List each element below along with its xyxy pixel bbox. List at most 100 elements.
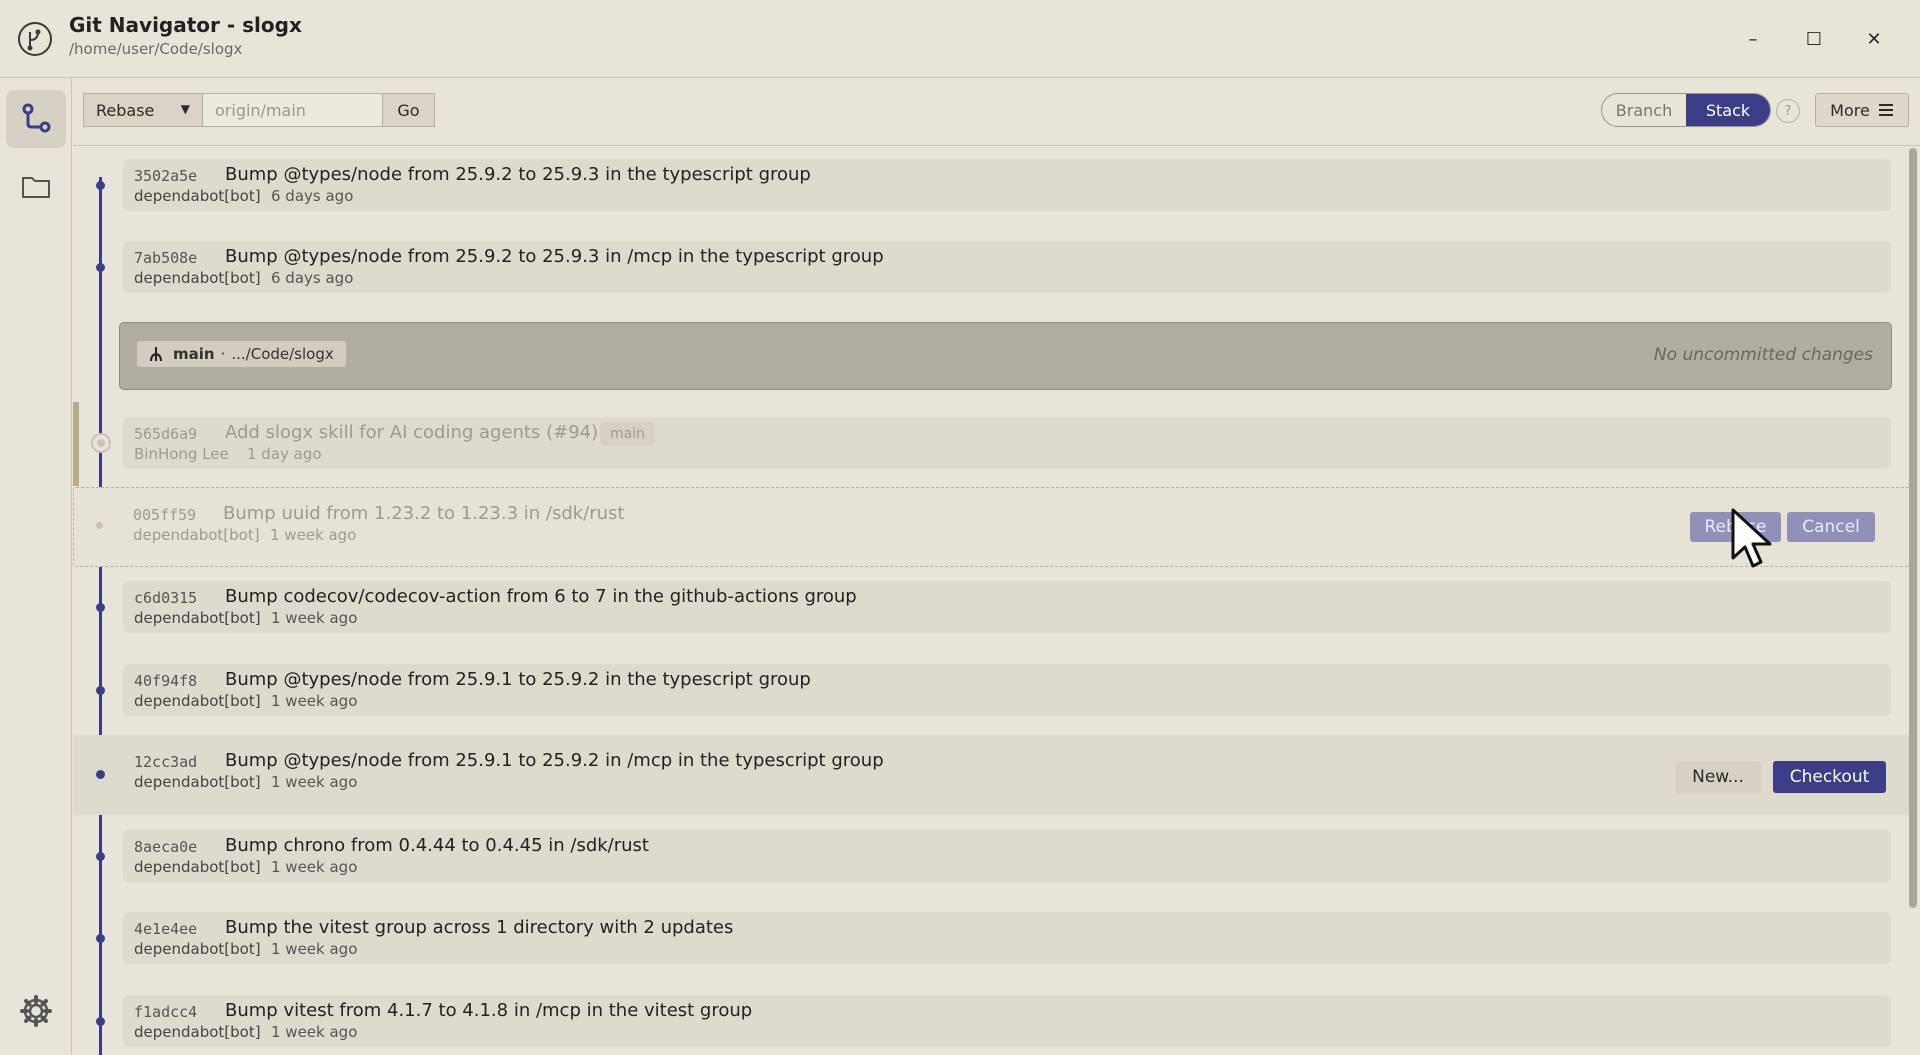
mouse-cursor-icon: [1731, 508, 1772, 568]
commit-time: 1 week ago: [271, 773, 358, 791]
worktree-status: No uncommitted changes: [1653, 345, 1873, 365]
commit-hash: 40f94f8: [134, 672, 198, 690]
commit-message: Bump @types/node from 25.9.1 to 25.9.2 i…: [225, 669, 811, 690]
commit-time: 1 day ago: [247, 445, 322, 463]
commit-message: Bump @types/node from 25.9.2 to 25.9.3 i…: [225, 164, 811, 185]
commit-message: Bump vitest from 4.1.7 to 4.1.8 in /mcp …: [225, 1000, 753, 1021]
commit-row[interactable]: 7ab508e Bump @types/node from 25.9.2 to …: [123, 241, 1891, 293]
commit-dot: [96, 934, 105, 943]
title-bar: Git Navigator - slogx /home/user/Code/sl…: [0, 0, 1920, 78]
commit-message: Bump codecov/codecov-action from 6 to 7 …: [225, 586, 857, 607]
worktree-card[interactable]: main · .../Code/slogx No uncommitted cha…: [119, 322, 1892, 390]
new-branch-button[interactable]: New...: [1675, 761, 1761, 793]
window-title: Git Navigator - slogx: [69, 13, 302, 37]
commit-message: Bump chrono from 0.4.44 to 0.4.45 in /sd…: [225, 835, 649, 856]
head-commit-icon: [91, 433, 111, 453]
commit-time: 6 days ago: [271, 187, 354, 205]
hovered-commit-row[interactable]: 12cc3ad Bump @types/node from 25.9.1 to …: [73, 735, 1911, 815]
branch-fork-icon: [150, 347, 162, 362]
gear-icon: [20, 995, 52, 1027]
checkout-button[interactable]: Checkout: [1773, 761, 1886, 793]
commit-hash: f1adcc4: [134, 1003, 198, 1021]
close-icon: ✕: [1866, 28, 1882, 50]
minimize-icon: –: [1748, 28, 1758, 50]
repo-path: /home/user/Code/slogx: [69, 40, 243, 58]
worktree-branch-pill: main · .../Code/slogx: [137, 341, 346, 367]
mode-value: Rebase: [96, 100, 155, 120]
commit-hash: 12cc3ad: [134, 753, 198, 771]
commit-time: 1 week ago: [271, 609, 358, 627]
hamburger-icon: [1878, 104, 1893, 116]
rail-graph-button[interactable]: [6, 90, 66, 148]
drag-drop-row[interactable]: 005ff59 Bump uuid from 1.23.2 to 1.23.3 …: [73, 487, 1911, 567]
selection-indicator: [73, 402, 79, 486]
commit-author: dependabot[bot]: [134, 940, 261, 958]
git-branch-icon: [22, 103, 51, 133]
commit-row[interactable]: f1adcc4 Bump vitest from 4.1.7 to 4.1.8 …: [123, 995, 1891, 1047]
commit-hash: 3502a5e: [134, 167, 198, 185]
maximize-icon: ☐: [1805, 28, 1823, 50]
view-branch-button[interactable]: Branch: [1602, 94, 1686, 126]
commit-time: 1 week ago: [270, 526, 357, 544]
commit-time: 6 days ago: [271, 269, 354, 287]
graph-line: [99, 177, 102, 1055]
commit-hash: 005ff59: [133, 506, 197, 524]
go-button[interactable]: Go: [383, 93, 435, 127]
commit-message: Bump the vitest group across 1 directory…: [225, 917, 734, 938]
view-toggle: Branch Stack: [1601, 93, 1771, 127]
more-button[interactable]: More: [1815, 93, 1909, 127]
commit-hash: 565d6a9: [134, 425, 198, 443]
commit-hash: 7ab508e: [134, 249, 198, 267]
view-stack-button[interactable]: Stack: [1686, 94, 1770, 126]
commit-row[interactable]: 3502a5e Bump @types/node from 25.9.2 to …: [123, 159, 1891, 211]
commit-list: 3502a5e Bump @types/node from 25.9.2 to …: [73, 147, 1911, 1055]
rail-files-button[interactable]: [6, 158, 66, 216]
settings-button[interactable]: [6, 982, 66, 1040]
commit-dot: [96, 686, 105, 695]
toolbar: Rebase ▼ Go Branch Stack ? More: [73, 78, 1920, 146]
commit-author: dependabot[bot]: [134, 1023, 261, 1041]
commit-content: 12cc3ad Bump @types/node from 25.9.1 to …: [123, 745, 1323, 801]
commit-dot: [96, 181, 105, 190]
commit-author: BinHong Lee: [134, 445, 229, 463]
commit-message: Bump @types/node from 25.9.1 to 25.9.2 i…: [225, 750, 884, 771]
scrollbar[interactable]: [1909, 148, 1917, 908]
commit-message: Bump uuid from 1.23.2 to 1.23.3 in /sdk/…: [223, 503, 625, 524]
commit-time: 1 week ago: [271, 692, 358, 710]
close-button[interactable]: ✕: [1859, 24, 1889, 54]
commit-author: dependabot[bot]: [134, 269, 261, 287]
commit-row[interactable]: 8aeca0e Bump chrono from 0.4.44 to 0.4.4…: [123, 830, 1891, 882]
dragged-commit: 005ff59 Bump uuid from 1.23.2 to 1.23.3 …: [122, 498, 1322, 554]
target-branch-input[interactable]: [203, 93, 383, 127]
commit-author: dependabot[bot]: [134, 692, 261, 710]
commit-time: 1 week ago: [271, 1023, 358, 1041]
folder-icon: [22, 177, 50, 198]
commit-dot: [96, 770, 105, 779]
maximize-button[interactable]: ☐: [1799, 24, 1829, 54]
git-logo-icon: [18, 22, 52, 56]
worktree-branch: main: [173, 345, 215, 363]
commit-message: Add slogx skill for AI coding agents (#9…: [225, 422, 599, 443]
worktree-separator: ·: [220, 345, 226, 363]
help-button[interactable]: ?: [1776, 99, 1800, 123]
cancel-rebase-button[interactable]: Cancel: [1787, 512, 1875, 542]
commit-dot: [96, 263, 105, 272]
commit-author: dependabot[bot]: [134, 858, 261, 876]
commit-author: dependabot[bot]: [134, 609, 261, 627]
commit-hash: c6d0315: [134, 589, 198, 607]
commit-time: 1 week ago: [271, 858, 358, 876]
more-label: More: [1830, 100, 1870, 120]
commit-row[interactable]: c6d0315 Bump codecov/codecov-action from…: [123, 581, 1891, 633]
commit-row[interactable]: 40f94f8 Bump @types/node from 25.9.1 to …: [123, 664, 1891, 716]
minimize-button[interactable]: –: [1738, 24, 1768, 54]
mode-select[interactable]: Rebase ▼: [83, 93, 203, 127]
commit-row[interactable]: 565d6a9 Add slogx skill for AI coding ag…: [123, 417, 1891, 469]
commit-message: Bump @types/node from 25.9.2 to 25.9.3 i…: [225, 246, 884, 267]
commit-row[interactable]: 4e1e4ee Bump the vitest group across 1 d…: [123, 912, 1891, 964]
commit-time: 1 week ago: [271, 940, 358, 958]
commit-author: dependabot[bot]: [134, 773, 261, 791]
commit-hash: 8aeca0e: [134, 838, 198, 856]
commit-dot: [96, 522, 103, 529]
side-rail: [0, 78, 72, 1055]
commit-author: dependabot[bot]: [133, 526, 260, 544]
